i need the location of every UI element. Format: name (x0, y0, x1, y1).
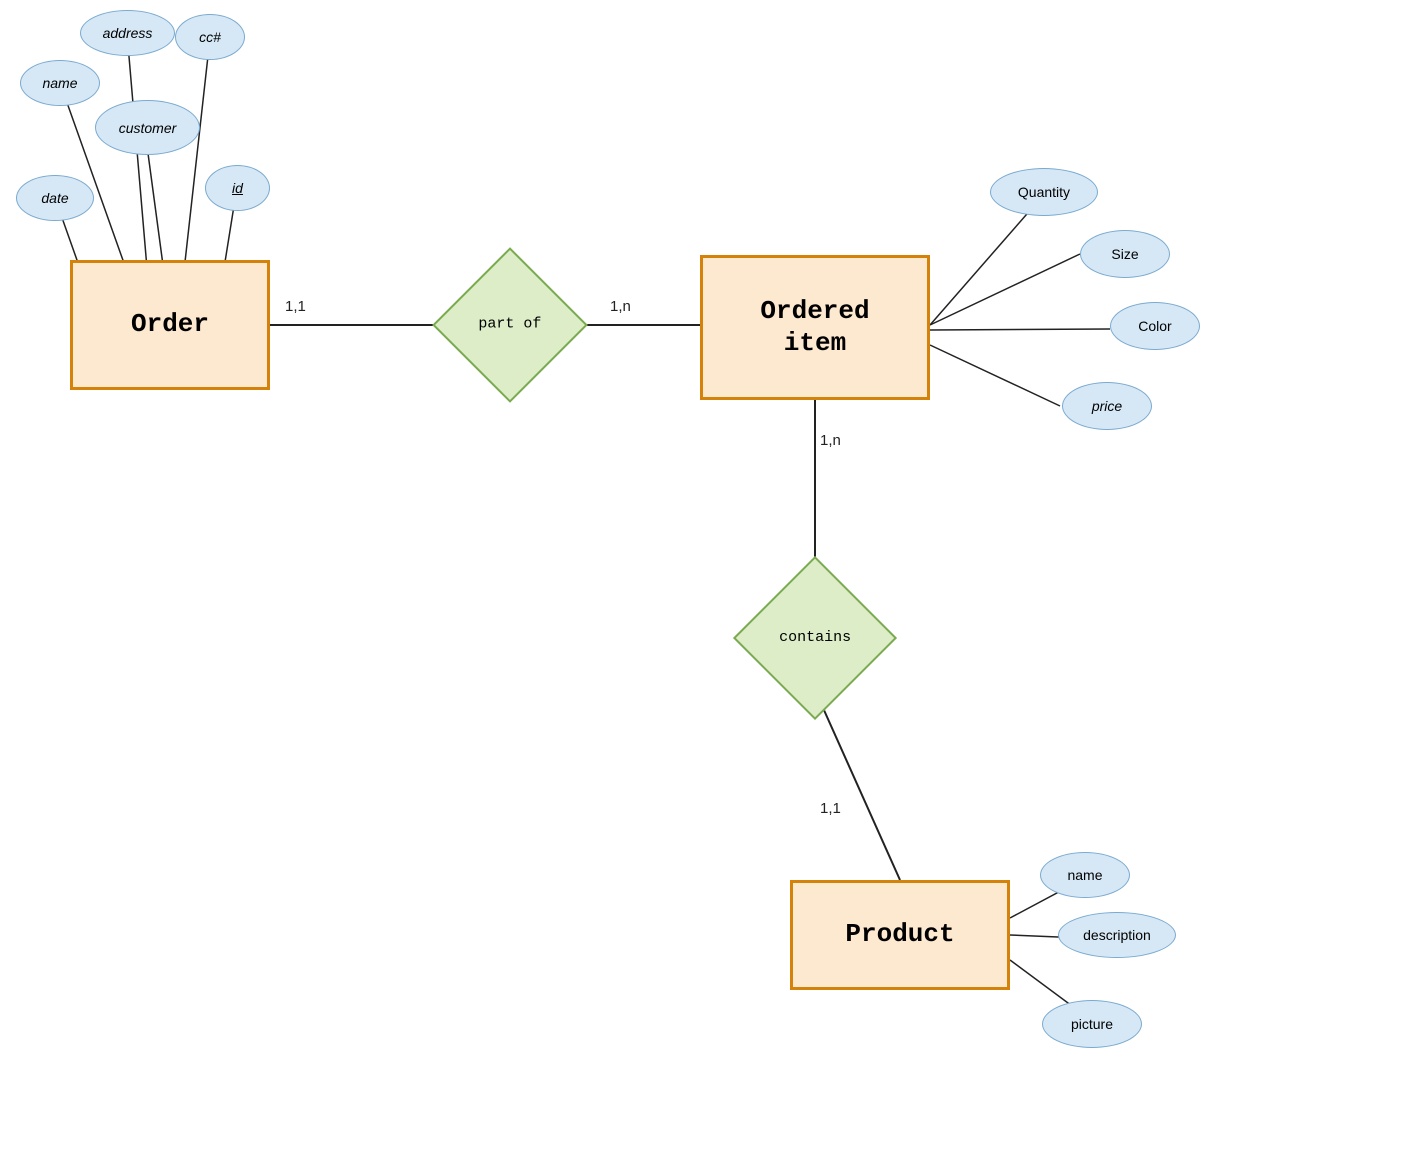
attr-oi-color: Color (1110, 302, 1200, 350)
attr-order-name: name (20, 60, 100, 106)
entity-ordered-item: Ordered item (700, 255, 930, 400)
attr-prod-name: name (1040, 852, 1130, 898)
attr-order-address: address (80, 10, 175, 56)
entity-product: Product (790, 880, 1010, 990)
attr-oi-price: price (1062, 382, 1152, 430)
cardinality-oi-contains: 1,n (820, 432, 841, 449)
cardinality-contains-product: 1,1 (820, 800, 841, 817)
attr-oi-quantity: Quantity (990, 168, 1098, 216)
attr-prod-picture: picture (1042, 1000, 1142, 1048)
cardinality-order-part: 1,1 (285, 298, 306, 315)
attr-prod-description: description (1058, 912, 1176, 958)
attr-order-customer: customer (95, 100, 200, 155)
attr-oi-size: Size (1080, 230, 1170, 278)
attr-order-cc: cc# (175, 14, 245, 60)
entity-order: Order (70, 260, 270, 390)
attr-order-date: date (16, 175, 94, 221)
cardinality-partof-oi: 1,n (610, 298, 631, 315)
attr-order-id: id (205, 165, 270, 211)
